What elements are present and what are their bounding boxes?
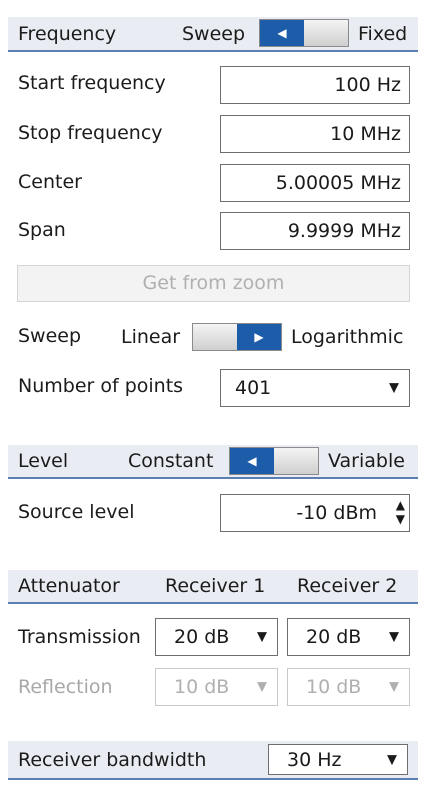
reflection-label: Reflection (18, 676, 113, 698)
transmission-r2-value: 20 dB (306, 626, 362, 648)
transmission-r1-select[interactable]: 20 dB ▼ (155, 618, 278, 656)
receiver-bandwidth-label: Receiver bandwidth (18, 748, 207, 771)
span-value: 9.9999 MHz (287, 220, 401, 242)
frequency-header-title: Frequency (18, 22, 117, 45)
number-of-points-select[interactable]: 401 ▼ (220, 369, 410, 407)
receiver-bandwidth-header: Receiver bandwidth 30 Hz ▼ (8, 741, 418, 780)
attenuator-header: Attenuator Receiver 1 Receiver 2 (8, 570, 418, 604)
number-of-points-label: Number of points (18, 375, 184, 397)
spin-down-icon[interactable]: ▼ (396, 512, 405, 526)
source-level-value: -10 dBm (296, 502, 377, 524)
span-input[interactable]: 9.9999 MHz (220, 212, 410, 250)
sweep-fixed-toggle[interactable]: ◀ (259, 19, 349, 47)
stop-frequency-input[interactable]: 10 MHz (220, 115, 410, 153)
sweep-type-label: Sweep (18, 325, 82, 347)
reflection-r2-select[interactable]: 10 dB ▼ (287, 668, 410, 706)
linear-log-toggle[interactable]: ▶ (192, 323, 282, 351)
frequency-header: Frequency Sweep ◀ Fixed (8, 17, 418, 52)
reflection-r2-value: 10 dB (306, 676, 362, 698)
receiver-bandwidth-select[interactable]: 30 Hz ▼ (268, 744, 408, 775)
number-of-points-value: 401 (235, 377, 272, 399)
level-header-title: Level (18, 450, 69, 472)
receiver1-header: Receiver 1 (165, 575, 266, 597)
linear-label: Linear (121, 326, 181, 348)
toggle-knob: ◀ (230, 448, 274, 474)
toggle-knob: ◀ (260, 20, 304, 46)
constant-label: Constant (128, 450, 214, 472)
logarithmic-label: Logarithmic (291, 326, 404, 348)
toggle-knob: ▶ (237, 324, 281, 350)
reflection-r1-select[interactable]: 10 dB ▼ (155, 668, 278, 706)
get-from-zoom-button[interactable]: Get from zoom (17, 265, 410, 302)
chevron-down-icon: ▼ (387, 752, 397, 767)
arrow-left-icon: ◀ (277, 26, 287, 40)
receiver2-header: Receiver 2 (297, 575, 398, 597)
fixed-mode-label: Fixed (358, 22, 408, 45)
stop-frequency-label: Stop frequency (18, 122, 163, 144)
transmission-r1-value: 20 dB (174, 626, 230, 648)
chevron-down-icon: ▼ (257, 629, 267, 645)
reflection-r1-value: 10 dB (174, 676, 230, 698)
source-level-input[interactable]: -10 dBm ▲ ▼ (220, 494, 410, 532)
receiver-bandwidth-value: 30 Hz (287, 748, 342, 771)
start-frequency-input[interactable]: 100 Hz (220, 66, 410, 104)
center-input[interactable]: 5.00005 MHz (220, 164, 410, 202)
arrow-left-icon: ◀ (247, 454, 257, 468)
constant-variable-toggle[interactable]: ◀ (229, 447, 319, 475)
sweep-mode-label: Sweep (182, 22, 246, 45)
spinner[interactable]: ▲ ▼ (396, 498, 405, 526)
transmission-label: Transmission (18, 626, 141, 648)
start-frequency-value: 100 Hz (334, 74, 401, 96)
chevron-down-icon: ▼ (389, 679, 399, 695)
span-label: Span (18, 219, 66, 241)
attenuator-header-title: Attenuator (18, 575, 120, 597)
level-header: Level Constant ◀ Variable (8, 445, 418, 479)
center-value: 5.00005 MHz (275, 172, 401, 194)
variable-label: Variable (328, 450, 405, 472)
chevron-down-icon: ▼ (257, 679, 267, 695)
chevron-down-icon: ▼ (389, 380, 399, 396)
source-level-label: Source level (18, 501, 135, 523)
arrow-right-icon: ▶ (254, 330, 264, 344)
spin-up-icon[interactable]: ▲ (396, 498, 405, 512)
start-frequency-label: Start frequency (18, 72, 166, 94)
transmission-r2-select[interactable]: 20 dB ▼ (287, 618, 410, 656)
stop-frequency-value: 10 MHz (330, 123, 401, 145)
center-label: Center (18, 171, 82, 193)
chevron-down-icon: ▼ (389, 629, 399, 645)
